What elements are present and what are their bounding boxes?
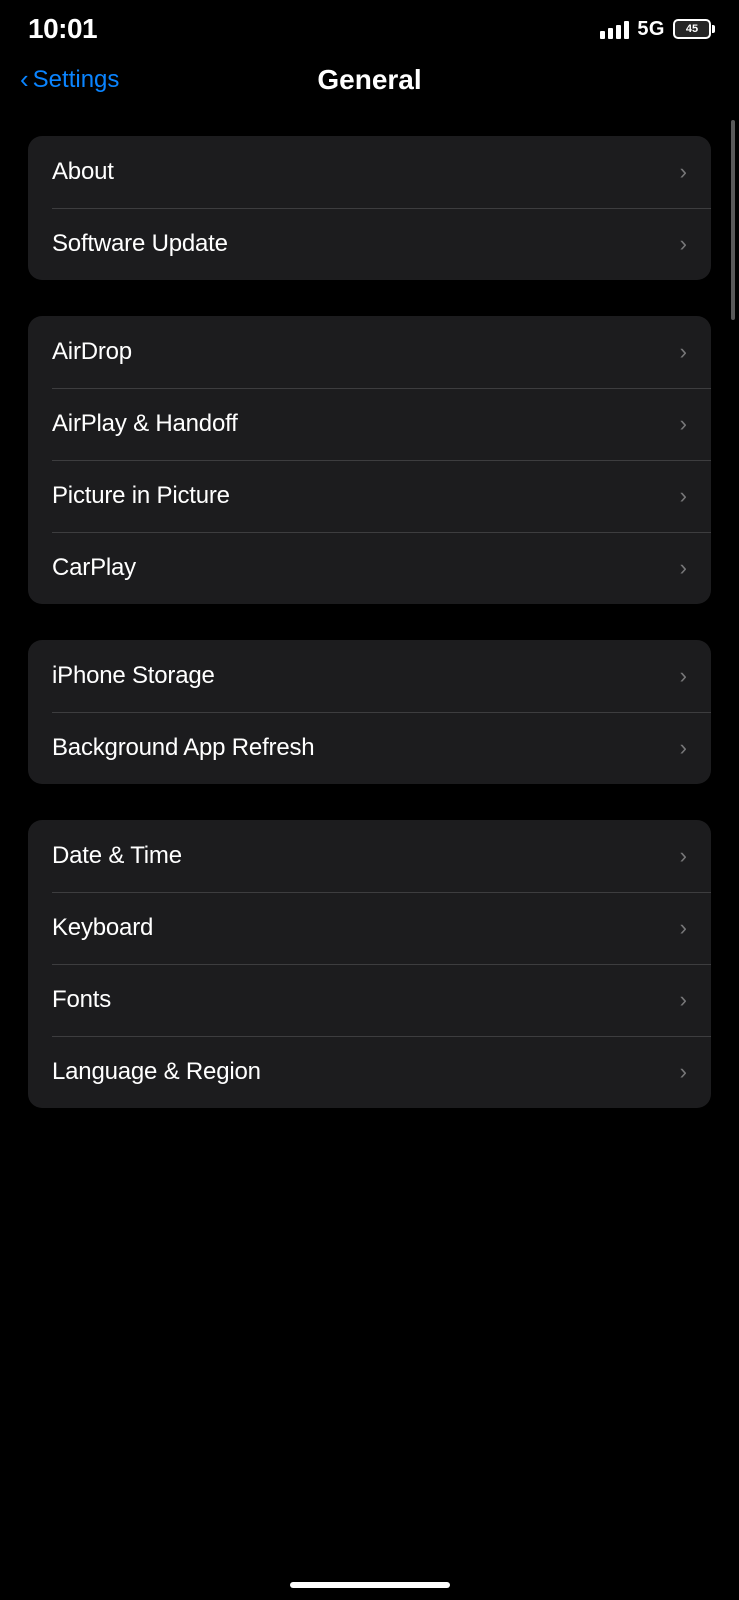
status-time: 10:01 (28, 13, 97, 45)
settings-group-4: Date & Time › Keyboard › Fonts › Languag… (28, 820, 711, 1108)
settings-item-label-picture-in-picture: Picture in Picture (52, 482, 230, 510)
settings-item-label-airplay-handoff: AirPlay & Handoff (52, 410, 238, 438)
chevron-right-icon: › (680, 411, 687, 437)
settings-item-fonts[interactable]: Fonts › (28, 964, 711, 1036)
chevron-right-icon: › (680, 735, 687, 761)
scrollbar[interactable] (731, 120, 735, 320)
battery-icon: 45 (673, 19, 711, 39)
settings-content: About › Software Update › AirDrop › AirP… (0, 116, 739, 1148)
nav-header: ‹ Settings General (0, 54, 739, 116)
chevron-right-icon: › (680, 1059, 687, 1085)
settings-item-background-app-refresh[interactable]: Background App Refresh › (28, 712, 711, 784)
settings-item-date-time[interactable]: Date & Time › (28, 820, 711, 892)
settings-item-label-date-time: Date & Time (52, 842, 182, 870)
settings-item-iphone-storage[interactable]: iPhone Storage › (28, 640, 711, 712)
settings-item-carplay[interactable]: CarPlay › (28, 532, 711, 604)
settings-item-label-keyboard: Keyboard (52, 914, 153, 942)
page-title: General (317, 64, 421, 96)
settings-item-label-about: About (52, 158, 114, 186)
settings-item-label-software-update: Software Update (52, 230, 228, 258)
settings-item-label-fonts: Fonts (52, 986, 111, 1014)
settings-item-picture-in-picture[interactable]: Picture in Picture › (28, 460, 711, 532)
settings-item-label-language-region: Language & Region (52, 1058, 261, 1086)
settings-group-1: About › Software Update › (28, 136, 711, 280)
chevron-right-icon: › (680, 231, 687, 257)
signal-bar-4 (624, 21, 629, 39)
signal-bar-2 (608, 28, 613, 39)
settings-item-label-background-app-refresh: Background App Refresh (52, 734, 314, 762)
status-icons: 5G 45 (600, 18, 711, 41)
settings-item-language-region[interactable]: Language & Region › (28, 1036, 711, 1108)
signal-icon (600, 19, 629, 39)
settings-item-software-update[interactable]: Software Update › (28, 208, 711, 280)
battery-container: 45 (673, 19, 711, 39)
settings-group-3: iPhone Storage › Background App Refresh … (28, 640, 711, 784)
settings-item-airdrop[interactable]: AirDrop › (28, 316, 711, 388)
settings-item-label-iphone-storage: iPhone Storage (52, 662, 215, 690)
settings-item-about[interactable]: About › (28, 136, 711, 208)
status-bar: 10:01 5G 45 (0, 0, 739, 54)
back-chevron-icon: ‹ (20, 66, 29, 92)
settings-item-airplay-handoff[interactable]: AirPlay & Handoff › (28, 388, 711, 460)
back-label: Settings (33, 66, 120, 94)
settings-group-2: AirDrop › AirPlay & Handoff › Picture in… (28, 316, 711, 604)
chevron-right-icon: › (680, 159, 687, 185)
signal-bar-1 (600, 31, 605, 39)
chevron-right-icon: › (680, 555, 687, 581)
chevron-right-icon: › (680, 987, 687, 1013)
back-button[interactable]: ‹ Settings (20, 66, 119, 94)
chevron-right-icon: › (680, 483, 687, 509)
home-indicator (290, 1582, 450, 1588)
network-label: 5G (637, 18, 665, 41)
settings-item-label-carplay: CarPlay (52, 554, 136, 582)
chevron-right-icon: › (680, 843, 687, 869)
chevron-right-icon: › (680, 915, 687, 941)
chevron-right-icon: › (680, 663, 687, 689)
settings-item-label-airdrop: AirDrop (52, 338, 132, 366)
chevron-right-icon: › (680, 339, 687, 365)
settings-item-keyboard[interactable]: Keyboard › (28, 892, 711, 964)
signal-bar-3 (616, 25, 621, 39)
